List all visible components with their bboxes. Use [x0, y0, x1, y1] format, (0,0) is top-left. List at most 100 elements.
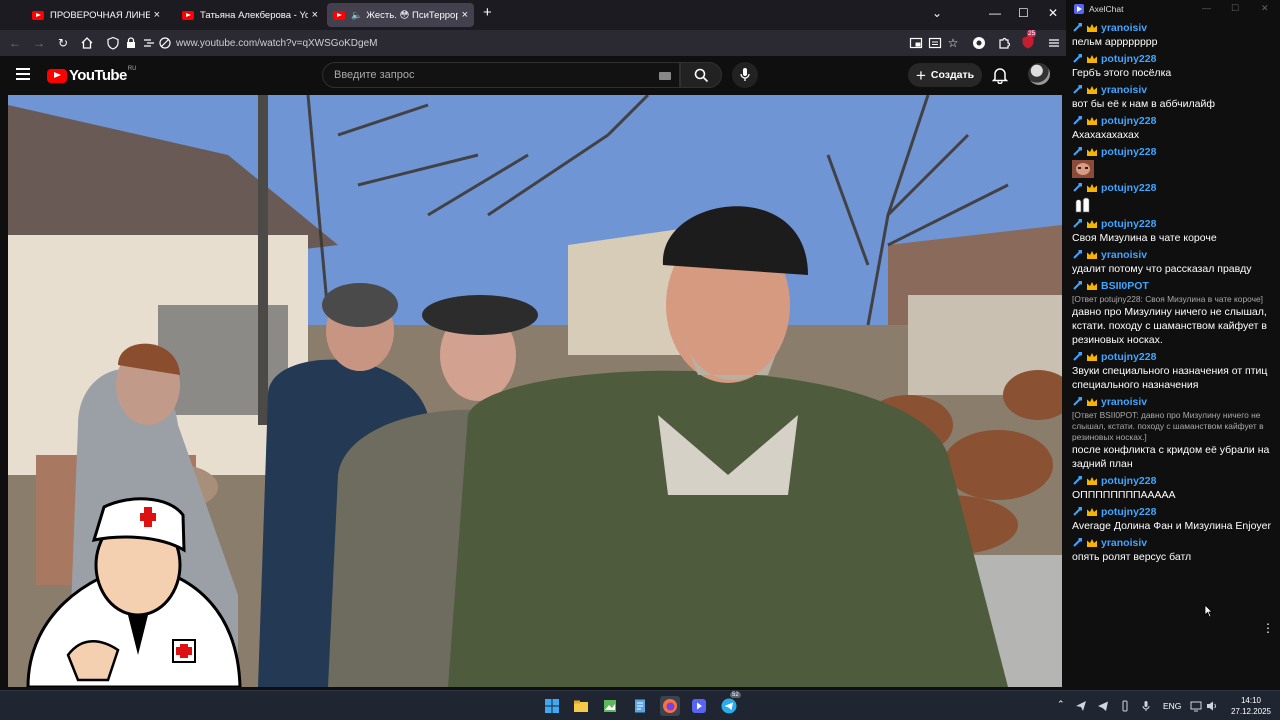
message-author[interactable]: BSII0POT [1101, 280, 1149, 292]
back-arrow-icon[interactable]: ← [8, 36, 22, 50]
message-author[interactable]: yranoisiv [1101, 537, 1147, 549]
chat-message[interactable]: yranoisiv удалит потому что рассказал пра… [1072, 247, 1278, 276]
message-author[interactable]: potujny228 [1101, 146, 1156, 158]
image-viewer-icon[interactable] [602, 698, 618, 714]
account-avatar[interactable] [1028, 63, 1050, 85]
chat-message[interactable]: potujny228 [1072, 144, 1278, 178]
tab-list-button[interactable]: ⌄ [932, 6, 942, 20]
crown-icon [1087, 23, 1097, 32]
video-player[interactable] [8, 95, 1062, 687]
message-author[interactable]: potujny228 [1101, 351, 1156, 363]
chat-message[interactable]: potujny228 [1072, 180, 1278, 214]
network-icon[interactable] [1190, 700, 1202, 712]
extensions-puzzle-icon[interactable] [997, 36, 1011, 50]
notifications-bell-icon[interactable] [992, 66, 1008, 84]
chat-close-button[interactable]: ✕ [1261, 3, 1269, 14]
forward-arrow-icon[interactable]: → [32, 36, 46, 50]
new-tab-button[interactable]: + [483, 4, 492, 21]
chat-message[interactable]: yranoisiv опять ролят версус батл [1072, 535, 1278, 564]
ublock-extension-icon[interactable]: 25 [1021, 30, 1037, 49]
tab-close-icon[interactable]: × [462, 9, 468, 21]
youtube-favicon-icon [32, 10, 44, 20]
search-input[interactable]: Введите запрос [322, 62, 680, 88]
message-author[interactable]: potujny228 [1101, 506, 1156, 518]
tray-telegram-icon[interactable] [1097, 700, 1109, 712]
bookmark-star-icon[interactable]: ☆ [946, 36, 960, 50]
message-more-menu-icon[interactable]: ⋮ [1262, 621, 1274, 635]
home-icon[interactable] [80, 36, 94, 50]
message-author[interactable]: yranoisiv [1101, 84, 1147, 96]
tray-app-icon[interactable] [1075, 700, 1087, 712]
message-header: BSII0POT [1072, 278, 1278, 293]
reload-icon[interactable]: ↻ [56, 36, 70, 50]
youtube-logo[interactable]: YouTube RU [47, 66, 136, 84]
youtube-play-icon [47, 68, 67, 83]
file-explorer-icon[interactable] [573, 698, 589, 714]
tab-title: Татьяна Алекберова - YouTube [200, 9, 308, 21]
search-icon [694, 68, 709, 83]
youtube-platform-icon [1073, 352, 1082, 361]
tab-tatyana[interactable]: Татьяна Алекберова - YouTube × [176, 3, 324, 27]
message-author[interactable]: potujny228 [1101, 218, 1156, 230]
tab-proverochnaya[interactable]: ПРОВЕРОЧНАЯ ЛИНЕЙКА - M × [26, 3, 166, 27]
message-header: potujny228 [1072, 473, 1278, 488]
chat-message[interactable]: yranoisiv пельм арррррррр [1072, 20, 1278, 49]
keyboard-icon[interactable] [659, 72, 671, 80]
menu-hamburger-icon[interactable] [1047, 36, 1061, 50]
tray-overflow-chevron-icon[interactable]: ⌃ [1057, 699, 1065, 710]
search-placeholder: Введите запрос [334, 69, 415, 81]
create-button[interactable]: + Создать [908, 63, 982, 87]
chat-minimize-button[interactable]: — [1202, 3, 1211, 13]
start-windows-icon[interactable] [544, 698, 560, 714]
chat-message[interactable]: potujny228 Своя Мизулина в чате короче [1072, 216, 1278, 245]
message-author[interactable]: yranoisiv [1101, 22, 1147, 34]
telegram-taskbar-button[interactable]: 52 [721, 692, 741, 714]
tab-active-video[interactable]: 🔈 Жесть. 😳 ПсиТеррор Сев × [327, 3, 474, 27]
clock[interactable]: 14:10 27.12.2025 [1228, 695, 1274, 717]
speaker-icon[interactable]: 🔈 [351, 10, 362, 21]
chat-message[interactable]: potujny228 Гербъ этого посёлка [1072, 51, 1278, 80]
voice-search-button[interactable] [732, 62, 758, 88]
tab-close-icon[interactable]: × [154, 9, 160, 21]
url-field[interactable]: www.youtube.com/watch?v=qXWSGoKDgeM [176, 38, 377, 49]
message-author[interactable]: potujny228 [1101, 182, 1156, 194]
message-author[interactable]: yranoisiv [1101, 396, 1147, 408]
language-indicator[interactable]: ENG [1163, 701, 1181, 711]
chat-message[interactable]: yranoisiv [Ответ BSII0POT: давно про Мизу… [1072, 394, 1278, 471]
chat-message[interactable]: potujny228 Ахахахахахах [1072, 113, 1278, 142]
message-author[interactable]: potujny228 [1101, 53, 1156, 65]
chat-maximize-button[interactable]: ☐ [1231, 3, 1239, 14]
message-author[interactable]: potujny228 [1101, 115, 1156, 127]
permissions-icon[interactable] [142, 36, 156, 50]
youtube-header: YouTube RU Введите запрос + Создать [0, 56, 1066, 94]
chat-message[interactable]: potujny228 Average Долина Фан и Мизулина … [1072, 504, 1278, 533]
chat-title-bar: AxelChat [1066, 0, 1280, 18]
notepad-icon[interactable] [632, 698, 648, 714]
chat-message[interactable]: yranoisiv вот бы её к нам в аббчилайф [1072, 82, 1278, 111]
extension-icon[interactable] [972, 36, 986, 50]
firefox-taskbar-button[interactable] [660, 696, 680, 716]
tray-microphone-icon[interactable] [1140, 700, 1152, 712]
picture-in-picture-icon[interactable] [909, 36, 923, 50]
chat-message[interactable]: potujny228 Звуки специального назначения … [1072, 349, 1278, 392]
axelchat-taskbar-icon[interactable] [691, 698, 707, 714]
tray-usb-icon[interactable] [1119, 700, 1131, 712]
maximize-button[interactable]: ☐ [1018, 6, 1029, 20]
search-button[interactable] [680, 62, 722, 88]
lock-icon[interactable] [124, 36, 138, 50]
message-author[interactable]: potujny228 [1101, 475, 1156, 487]
volume-icon[interactable] [1206, 700, 1218, 712]
chat-message[interactable]: potujny228 ОППППППППААААА [1072, 473, 1278, 502]
message-text: пельм арррррррр [1072, 36, 1158, 48]
message-author[interactable]: yranoisiv [1101, 249, 1147, 261]
hamburger-menu-icon[interactable] [16, 68, 30, 80]
message-header: yranoisiv [1072, 247, 1278, 262]
minimize-button[interactable]: — [989, 6, 1001, 20]
close-window-button[interactable]: ✕ [1048, 6, 1058, 20]
crown-icon [1087, 54, 1097, 63]
shield-icon[interactable] [106, 36, 120, 50]
tab-close-icon[interactable]: × [312, 9, 318, 21]
autoplay-blocked-icon[interactable] [158, 36, 172, 50]
reader-view-icon[interactable] [928, 36, 942, 50]
chat-message[interactable]: BSII0POT [Ответ potujny228: Своя Мизулина… [1072, 278, 1278, 347]
